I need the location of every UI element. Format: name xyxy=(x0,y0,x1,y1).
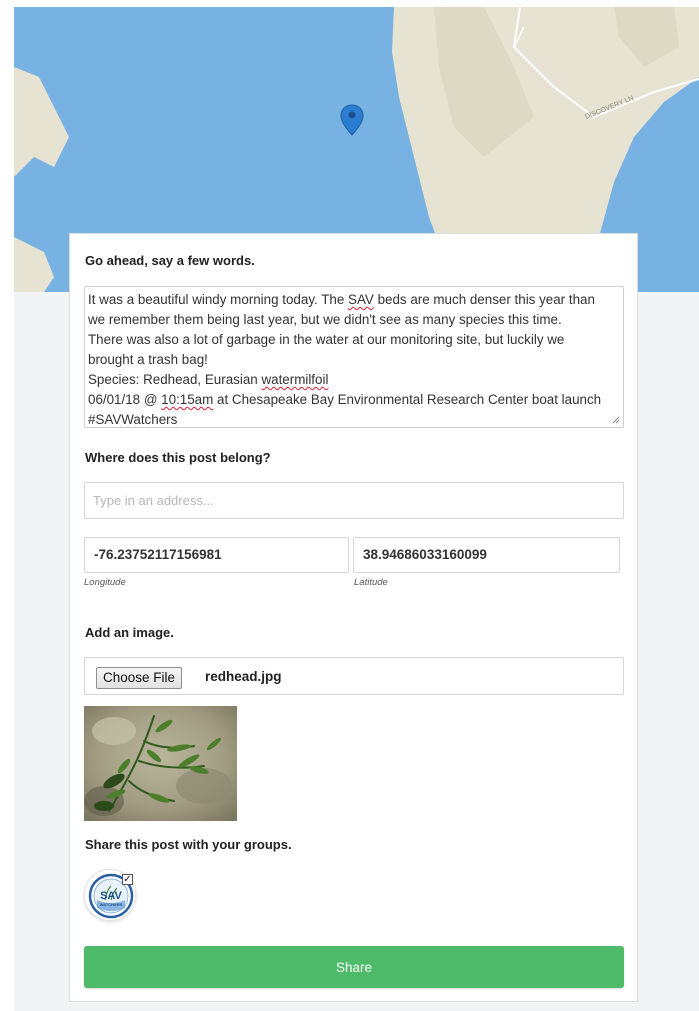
post-textarea[interactable]: It was a beautiful windy morning today. … xyxy=(84,286,624,428)
compose-label: Go ahead, say a few words. xyxy=(85,253,255,268)
image-preview xyxy=(84,706,237,821)
longitude-caption: Longitude xyxy=(84,577,126,588)
hashtag: #SAVWatchers xyxy=(88,412,178,427)
resize-handle-icon[interactable] xyxy=(612,416,620,424)
share-button[interactable]: Share xyxy=(84,946,624,988)
latitude-field[interactable]: 38.94686033160099 xyxy=(353,537,620,573)
spelling-flag: SAV xyxy=(348,292,374,307)
location-label: Where does this post belong? xyxy=(85,450,271,465)
file-input: Choose File redhead.jpg xyxy=(84,657,624,695)
selected-file-name: redhead.jpg xyxy=(205,669,282,684)
groups-label: Share this post with your groups. xyxy=(85,837,292,852)
longitude-field[interactable]: -76.23752117156981 xyxy=(84,537,349,573)
latitude-caption: Latitude xyxy=(354,577,388,588)
image-label: Add an image. xyxy=(85,625,174,640)
spelling-flag: 10:15am xyxy=(161,392,214,407)
post-form: Go ahead, say a few words. It was a beau… xyxy=(69,233,638,1002)
spelling-flag: watermilfoil xyxy=(261,372,329,387)
group-selected-checkbox[interactable]: ✓ xyxy=(122,874,133,885)
choose-file-button[interactable]: Choose File xyxy=(96,667,183,689)
svg-text:SAV: SAV xyxy=(100,890,122,902)
address-input[interactable] xyxy=(84,482,624,519)
svg-text:WATCHERS: WATCHERS xyxy=(100,902,123,907)
